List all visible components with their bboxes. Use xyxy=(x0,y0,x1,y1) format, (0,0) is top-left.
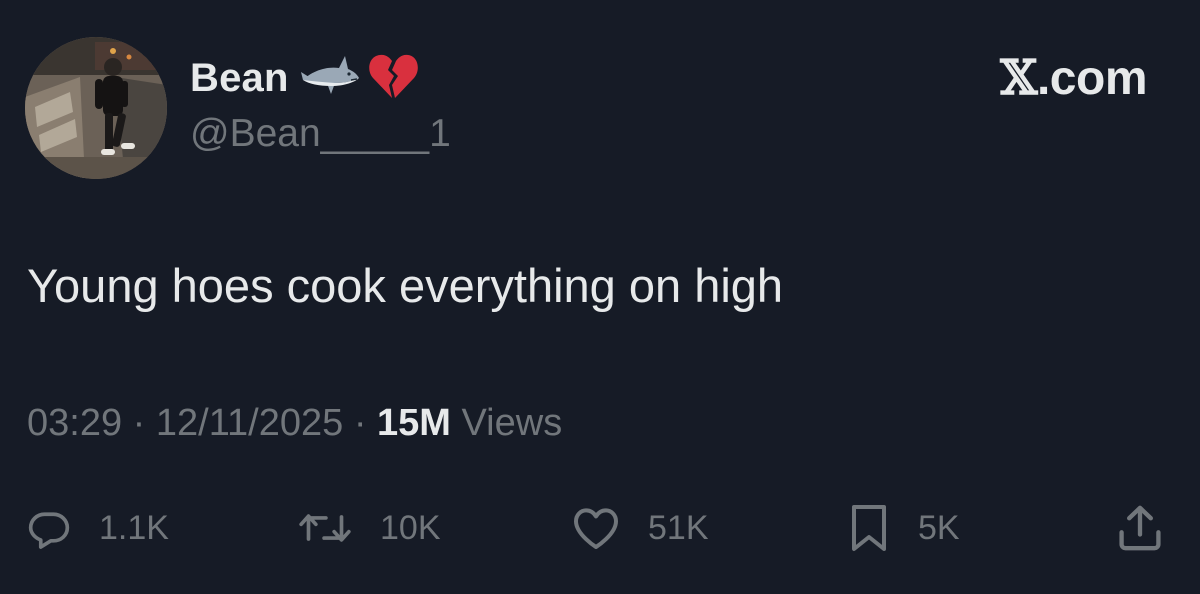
avatar[interactable] xyxy=(25,37,167,179)
action-bar: 1.1K 10K 51K 5K xyxy=(0,500,1200,556)
bookmark-icon xyxy=(852,505,886,551)
heart-icon xyxy=(574,508,618,549)
x-logo-icon: 𝕏 xyxy=(1000,50,1037,106)
author-handle[interactable]: @Bean_____1 xyxy=(190,112,451,156)
reply-button[interactable]: 1.1K xyxy=(27,500,169,556)
repost-icon xyxy=(299,514,351,542)
share-button[interactable] xyxy=(1114,500,1166,556)
tweet-meta: 03:29 · 12/11/2025 · 15M Views xyxy=(27,402,562,445)
broken-heart-icon xyxy=(367,52,419,105)
brand-suffix: .com xyxy=(1036,52,1148,105)
like-count: 51K xyxy=(648,508,709,547)
tweet-time[interactable]: 03:29 xyxy=(27,402,122,444)
meta-separator: · xyxy=(132,402,146,444)
reply-icon xyxy=(28,512,70,549)
bookmark-count: 5K xyxy=(918,508,960,547)
reply-count: 1.1K xyxy=(99,508,169,547)
views-count: 15M xyxy=(377,402,451,444)
author-name-row[interactable]: Bean xyxy=(190,50,419,106)
tweet-text: Young hoes cook everything on high xyxy=(27,259,784,312)
views-label: Views xyxy=(461,402,563,444)
repost-count: 10K xyxy=(380,508,441,547)
x-brand-logo: 𝕏.com xyxy=(1000,50,1147,106)
repost-button[interactable]: 10K xyxy=(296,500,441,556)
tweet-date[interactable]: 12/11/2025 xyxy=(156,402,343,444)
display-name[interactable]: Bean xyxy=(190,56,289,101)
share-icon xyxy=(1119,505,1161,551)
avatar-photo xyxy=(25,37,167,179)
meta-separator: · xyxy=(353,402,367,444)
bookmark-button[interactable]: 5K xyxy=(848,500,960,556)
like-button[interactable]: 51K xyxy=(572,500,709,556)
shark-icon xyxy=(300,50,361,107)
